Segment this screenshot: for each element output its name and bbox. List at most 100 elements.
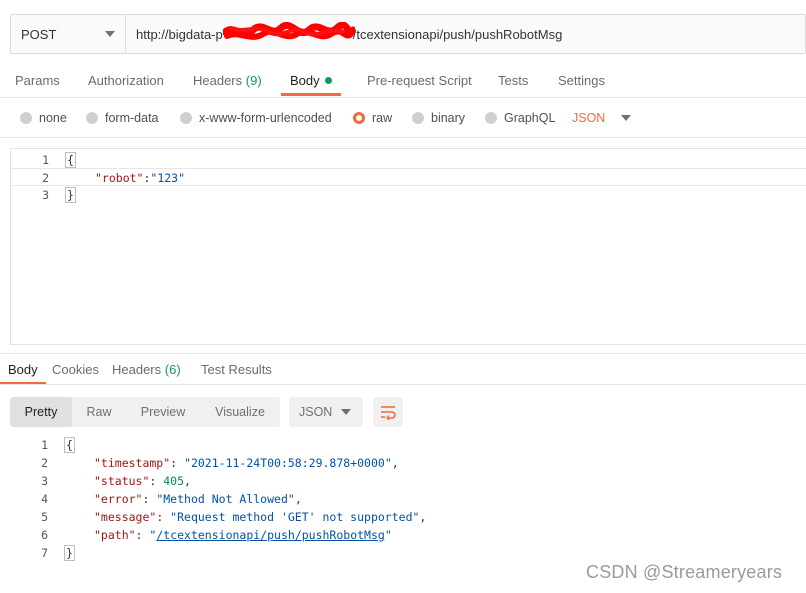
wrap-lines-icon [381,406,396,420]
radio-on-icon [353,112,365,124]
response-tab-test-results[interactable]: Test Results [201,360,272,385]
view-preview-button[interactable]: Preview [126,397,200,427]
tab-label: Params [15,73,60,88]
response-body-viewer[interactable]: 1 { 2 "timestamp": "2021-11-24T00:58:29.… [10,436,806,566]
json-key: "robot" [95,171,144,185]
json-comma: , [294,492,302,506]
tab-pre-request-script[interactable]: Pre-request Script [367,70,472,96]
code-text: "error": "Method Not Allowed", [94,492,302,506]
headers-count: (6) [164,362,181,377]
radio-label: GraphQL [504,111,556,125]
radio-none[interactable]: none [20,108,67,128]
body-type-selector: none form-data x-www-form-urlencoded raw… [0,108,806,128]
redaction-scribble [222,22,355,44]
wrap-lines-button[interactable] [373,397,403,427]
format-label: JSON [299,405,333,419]
radio-binary[interactable]: binary [412,108,465,128]
chevron-down-icon [621,115,632,121]
tab-body[interactable]: Body [281,70,341,96]
tab-label: Body [8,362,38,377]
radio-x-www-form-urlencoded[interactable]: x-www-form-urlencoded [180,108,332,128]
response-tab-cookies[interactable]: Cookies [52,360,99,385]
response-divider [0,353,806,354]
format-label: JSON [572,111,606,125]
tabs-divider [0,97,806,98]
url-input[interactable]: http://bigdata-p /tcextensionapi/push/pu… [126,15,805,53]
chevron-down-icon [105,31,115,37]
open-brace: { [65,152,76,168]
tab-label: Body [290,73,320,88]
line-number: 6 [41,528,48,542]
line-number: 1 [42,153,49,167]
radio-label: raw [372,111,393,125]
radio-label: x-www-form-urlencoded [199,111,332,125]
request-tabs: Params Authorization Headers (9) Body Pr… [0,70,806,98]
json-comma: , [184,474,191,488]
radio-label: form-data [105,111,159,125]
json-value: "123" [150,171,186,185]
watermark-text: CSDN @Streameryears [586,562,783,582]
json-key: "path" [94,528,136,542]
method-select[interactable]: POST [11,15,126,53]
close-brace: } [64,545,75,561]
chevron-down-icon [341,409,351,415]
code-text: "timestamp": "2021-11-24T00:58:29.878+00… [94,456,399,470]
code-line: 3 } [11,186,806,204]
response-tab-headers[interactable]: Headers (6) [112,360,181,385]
line-number: 1 [41,438,48,452]
tab-authorization[interactable]: Authorization [88,70,164,96]
view-visualize-button[interactable]: Visualize [200,397,280,427]
code-text: "message": "Request method 'GET' not sup… [94,510,427,524]
tab-label: Cookies [52,362,99,377]
tab-label: Headers [112,362,162,377]
request-body-editor[interactable]: 1 { 2 "robot":"123" 3 } [10,148,806,345]
radio-form-data[interactable]: form-data [86,108,159,128]
tab-headers[interactable]: Headers (9) [193,70,262,96]
path-link[interactable]: /tcextensionapi/push/pushRobotMsg [156,528,384,542]
code-text: { [64,436,75,454]
tab-settings[interactable]: Settings [558,70,605,96]
json-comma: , [391,456,399,470]
code-text: } [64,544,75,562]
request-url-bar: POST http://bigdata-p /tcextensionapi/pu… [10,14,806,54]
radio-off-icon [86,112,98,124]
tab-params[interactable]: Params [15,70,60,96]
tab-label: Tests [498,73,529,88]
line-number: 2 [42,171,49,185]
json-key: "message" [94,510,157,524]
radio-off-icon [180,112,192,124]
code-line: 4 "error": "Method Not Allowed", [10,490,806,508]
code-text: "status": 405, [94,474,191,488]
tab-label: Test Results [201,362,272,377]
json-value: "Request method 'GET' not supported" [170,510,420,524]
radio-off-icon [412,112,424,124]
code-line: 2 "timestamp": "2021-11-24T00:58:29.878+… [10,454,806,472]
json-quote: " [384,528,392,542]
radio-graphql[interactable]: GraphQL [485,108,555,128]
response-tabs: Body Cookies Headers (6) Test Results [0,360,806,386]
view-pretty-button[interactable]: Pretty [10,397,72,427]
code-line: 6 "path": "/tcextensionapi/push/pushRobo… [10,526,806,544]
code-line: 1 { [11,151,806,169]
radio-label: none [39,111,67,125]
json-value: "Method Not Allowed" [156,492,295,506]
json-value: 405 [163,474,185,488]
tab-label: Headers [193,73,243,88]
response-format-select[interactable]: JSON [289,397,363,427]
view-raw-button[interactable]: Raw [72,397,126,427]
modified-dot-icon [324,77,332,84]
line-number: 5 [41,510,48,524]
url-suffix-text: /tcextensionapi/push/pushRobotMsg [352,26,563,42]
code-text: { [65,151,76,169]
method-label: POST [21,26,57,42]
body-format-select[interactable]: JSON [572,108,632,128]
response-tab-body[interactable]: Body [0,360,46,385]
radio-off-icon [20,112,32,124]
json-key: "timestamp" [94,456,171,470]
tab-label: Authorization [88,73,164,88]
radio-raw[interactable]: raw [353,108,392,128]
radio-off-icon [485,112,497,124]
line-number: 3 [42,188,49,202]
code-text: "path": "/tcextensionapi/push/pushRobotM… [94,528,392,542]
tab-tests[interactable]: Tests [498,70,528,96]
